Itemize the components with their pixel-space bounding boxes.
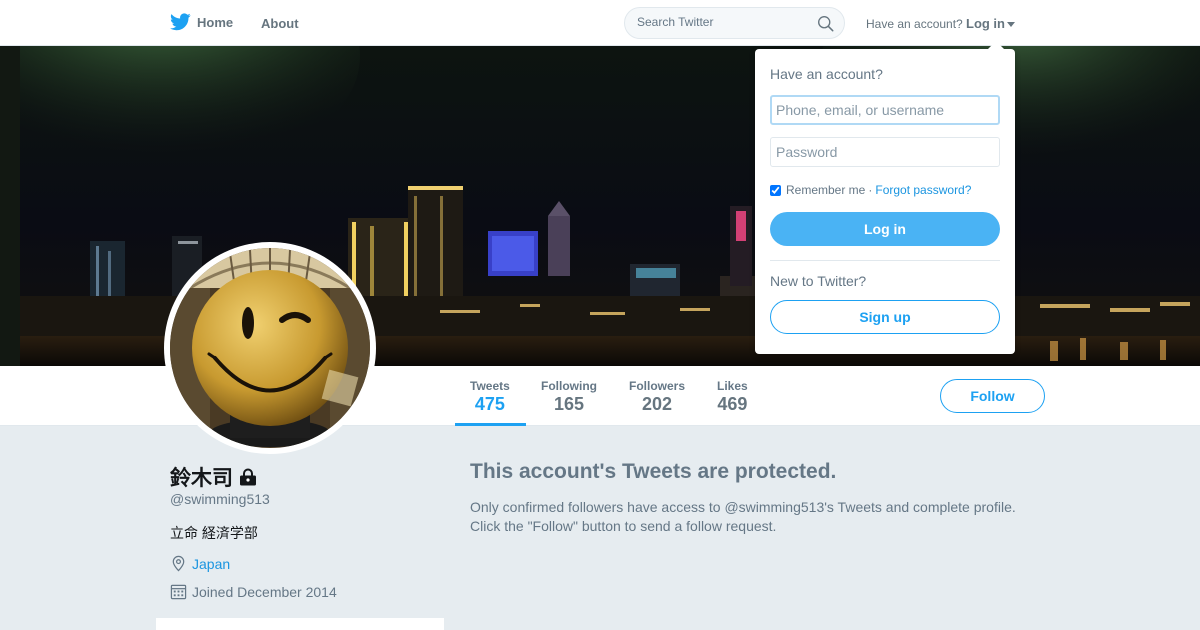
nav-home-label: Home [197,14,234,30]
stat-followers[interactable]: Followers 202 [629,379,685,415]
new-to-twitter-text: New to Twitter? [770,273,867,289]
remember-me-label[interactable]: Remember me [786,183,865,197]
location-pin-icon [172,555,185,572]
dropdown-arrow [988,41,1004,49]
dropdown-heading: Have an account? [770,66,883,82]
stat-tweets-value: 475 [474,394,505,414]
nav-about-link[interactable]: About [261,16,299,31]
profile-name-text: 鈴木司 [170,467,233,490]
separator-dot: · [868,183,873,197]
twitter-bird-icon [170,13,191,31]
stat-followers-value: 202 [641,394,673,414]
search-icon[interactable] [817,15,834,32]
stat-likes-label: Likes [717,379,748,393]
login-dropdown: Have an account? Remember me · Forgot pa… [755,41,1015,354]
have-account-text: Have an account? [866,17,963,31]
login-dropdown-toggle[interactable]: Log in [966,16,1015,31]
search-input[interactable] [637,15,807,29]
follow-button[interactable]: Follow [940,379,1045,413]
profile-joined-date: Joined December 2014 [170,583,337,600]
stat-following[interactable]: Following 165 [541,379,597,415]
password-field[interactable] [770,137,1000,167]
stat-following-label: Following [541,379,597,393]
protected-title: This account's Tweets are protected. [470,460,837,483]
nav-home-link[interactable]: Home [170,13,233,31]
remember-me-row: Remember me · Forgot password? [770,183,971,197]
profile-bio: 立命 経済学部 [170,525,258,541]
login-button[interactable]: Log in [770,212,1000,246]
stat-likes-value: 469 [717,394,748,414]
stat-tweets-label: Tweets [470,379,510,393]
login-toggle-label: Log in [966,16,1005,31]
protected-message: Only confirmed followers have access to … [470,498,1030,536]
profile-name: 鈴木司 [170,462,257,492]
signup-button[interactable]: Sign up [770,300,1000,334]
protected-line-1: Only confirmed followers have access to … [470,499,1016,515]
top-navigation-bar: Home About Have an account? Log in [0,0,1200,46]
stat-tweets[interactable]: Tweets 475 [470,379,510,415]
protected-line-2: Click the "Follow" button to send a foll… [470,518,777,534]
dropdown-divider [770,260,1000,261]
stat-likes[interactable]: Likes 469 [717,379,748,415]
location-link[interactable]: Japan [192,556,230,572]
remember-me-checkbox[interactable] [770,184,781,196]
calendar-icon [170,584,187,600]
joined-text: Joined December 2014 [192,583,337,600]
profile-handle[interactable]: @swimming513 [170,491,270,507]
sidebar-card [156,618,444,630]
username-field[interactable] [770,95,1000,125]
active-tab-indicator [455,423,526,426]
profile-location: Japan [170,555,230,572]
lock-icon [240,468,256,486]
stat-following-value: 165 [553,394,585,414]
forgot-password-link[interactable]: Forgot password? [875,183,971,197]
stat-followers-label: Followers [629,379,686,393]
caret-down-icon [1007,21,1015,27]
search-box[interactable] [624,7,845,39]
avatar[interactable] [164,242,376,454]
